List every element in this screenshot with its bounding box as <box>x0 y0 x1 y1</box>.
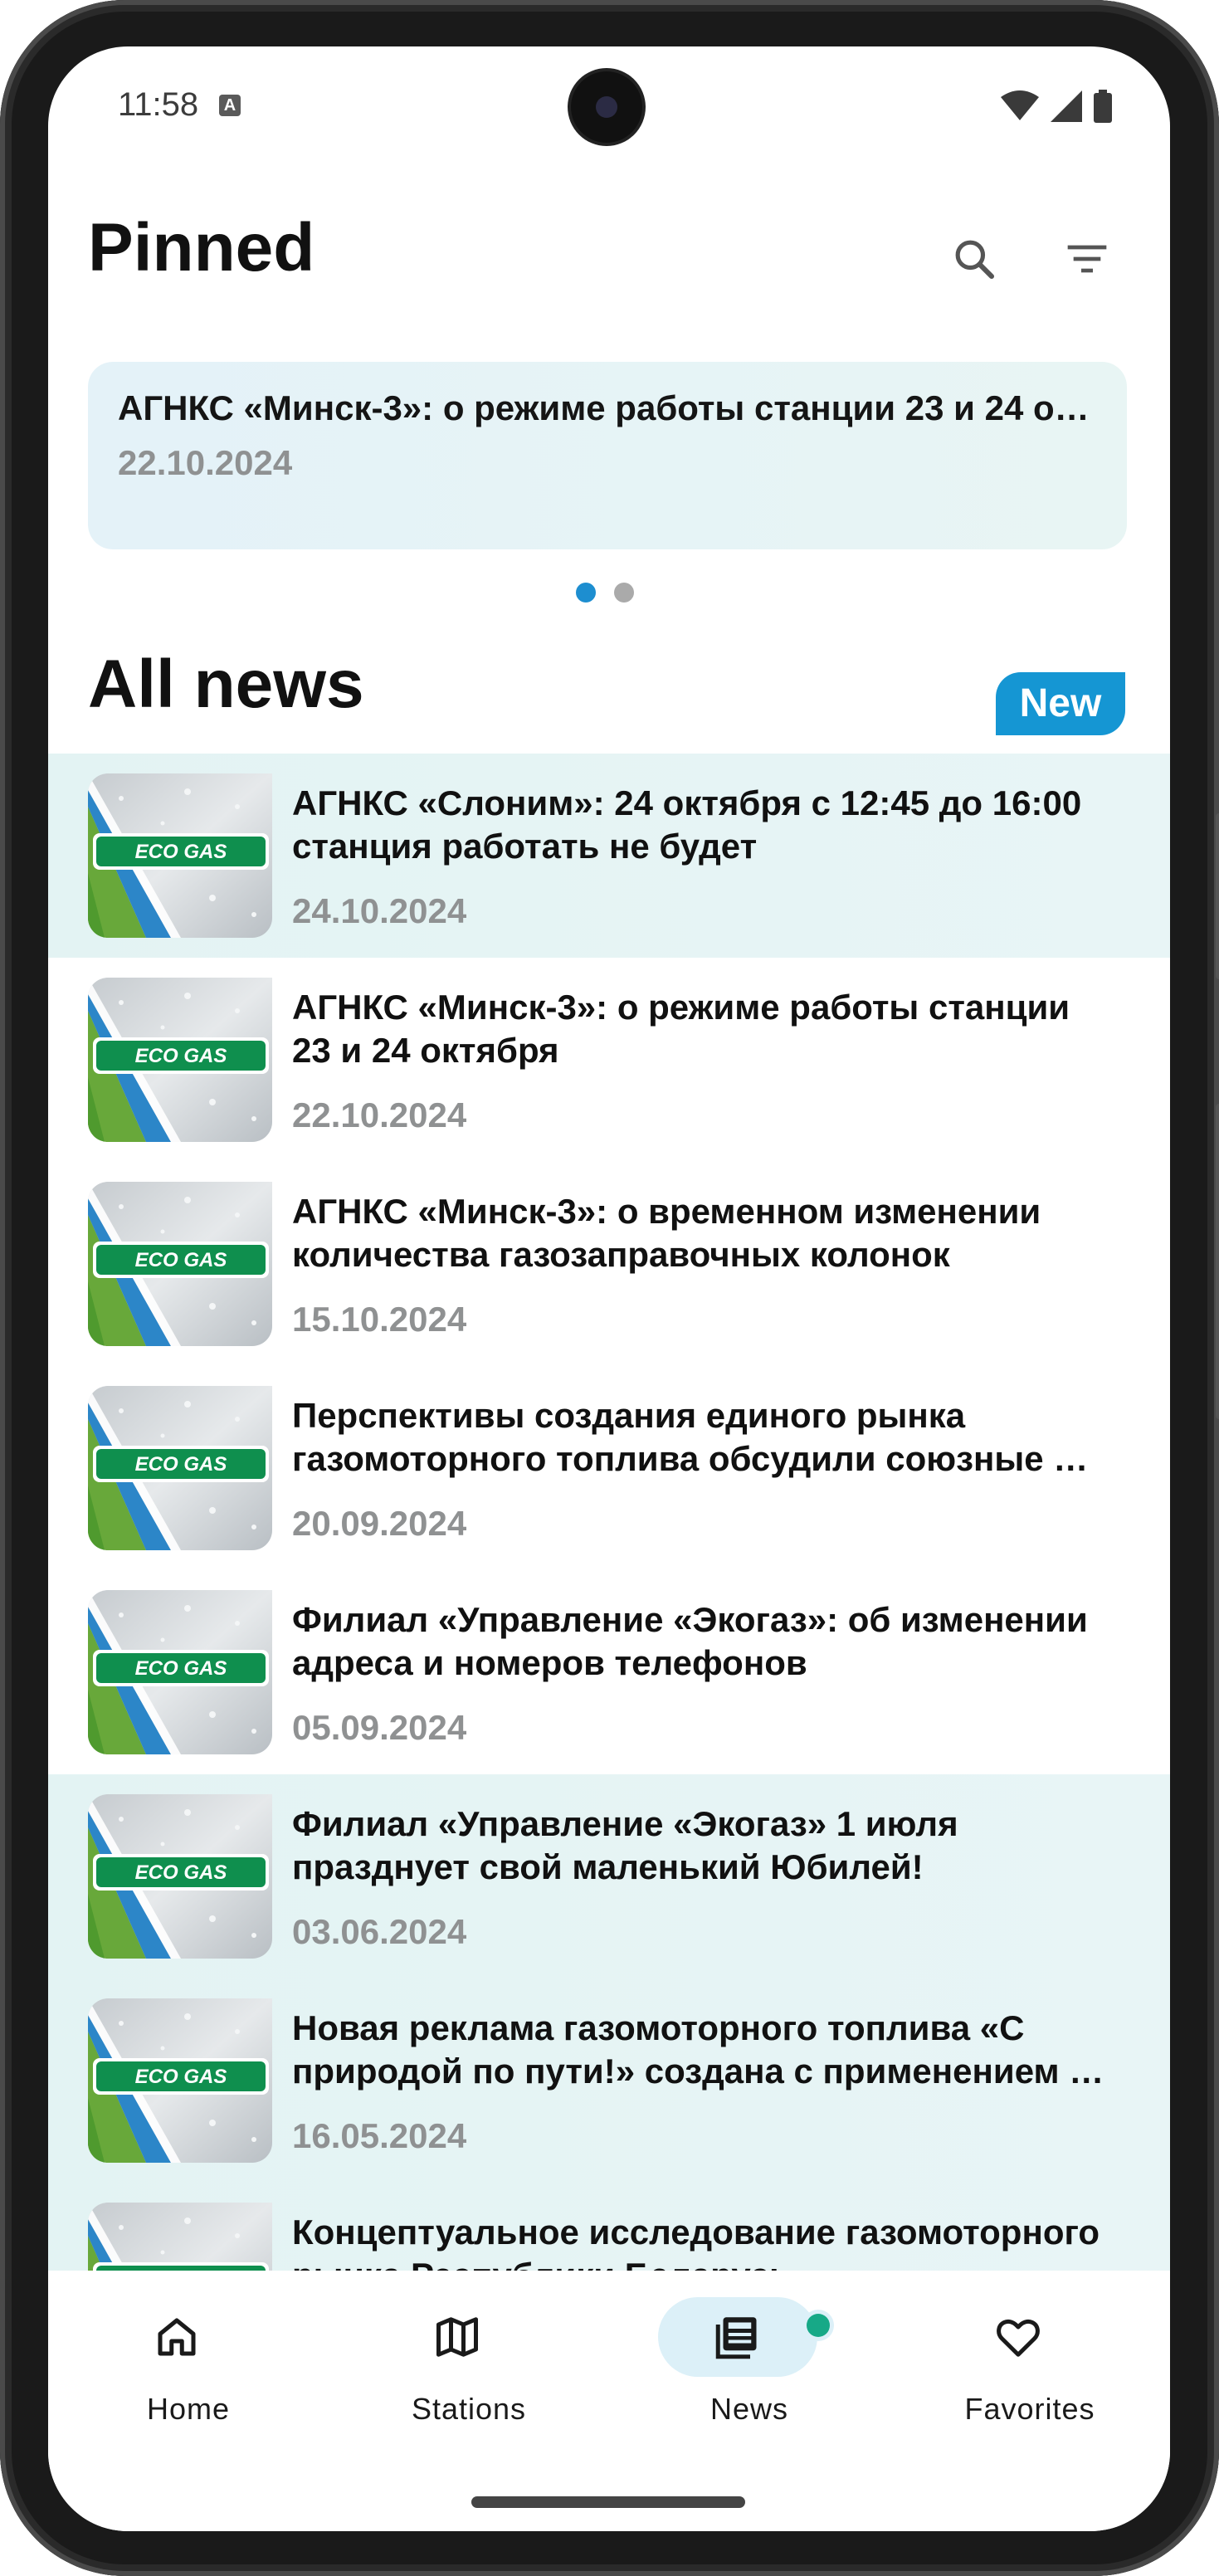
news-thumbnail <box>88 1182 272 1346</box>
map-icon <box>436 2317 478 2357</box>
news-date: 03.06.2024 <box>292 1912 467 1951</box>
nav-stations[interactable]: Stations <box>329 2271 609 2437</box>
status-icons <box>1001 90 1112 123</box>
news-title: Новая реклама газомоторного топлива «С п… <box>292 2008 1104 2091</box>
section-title: All news <box>88 646 364 722</box>
nav-favorites-pill <box>939 2297 1098 2377</box>
news-title: АГНКС «Минск-3»: о режиме работы станции… <box>292 988 1070 1070</box>
nav-stations-label: Stations <box>411 2392 527 2426</box>
eco-gas-logo-image <box>88 1998 272 2163</box>
nav-home-label: Home <box>146 2392 231 2426</box>
eco-gas-logo-image <box>88 1182 272 1346</box>
news-title: Филиал «Управление «Экогаз» 1 июля празд… <box>292 1804 958 1886</box>
pinned-news-date: 22.10.2024 <box>118 443 293 482</box>
pinned-news-title: АГНКС «Минск-3»: о режиме работы станции… <box>118 388 1097 427</box>
carousel-dot-active[interactable] <box>576 583 596 603</box>
front-camera <box>571 71 642 143</box>
new-badge: New <box>996 672 1125 735</box>
heart-icon <box>997 2319 1040 2357</box>
eco-gas-logo-image <box>88 1794 272 1959</box>
wifi-icon <box>1001 90 1039 120</box>
news-date: 15.10.2024 <box>292 1300 467 1339</box>
home-icon <box>158 2318 196 2356</box>
news-thumbnail <box>88 1998 272 2163</box>
news-list-item[interactable]: АГНКС «Минск-3»: о режиме работы станции… <box>48 958 1170 1162</box>
news-title: Филиал «Управление «Экогаз»: об изменени… <box>292 1600 1088 1682</box>
cellular-signal-icon <box>1051 90 1082 122</box>
news-date: 05.09.2024 <box>292 1708 467 1747</box>
bottom-navigation: Home Stations News Favorites <box>48 2271 1170 2531</box>
page-title: Pinned <box>88 210 315 285</box>
nav-home-pill <box>97 2297 256 2377</box>
nav-home[interactable]: Home <box>48 2271 329 2437</box>
news-date: 22.10.2024 <box>292 1095 467 1134</box>
carousel-dot[interactable] <box>614 583 634 603</box>
news-title: АГНКС «Минск-3»: о временном изменении к… <box>292 1192 1041 1274</box>
news-thumbnail <box>88 773 272 938</box>
nav-stations-pill <box>378 2297 537 2377</box>
eco-gas-logo-image <box>88 773 272 938</box>
nav-favorites-label: Favorites <box>964 2392 1095 2426</box>
news-list-item[interactable]: Перспективы создания единого рынка газом… <box>48 1366 1170 1570</box>
battery-icon <box>1094 90 1112 123</box>
status-time: 11:58 <box>118 86 199 123</box>
news-list-item[interactable]: Филиал «Управление «Экогаз» 1 июля празд… <box>48 1774 1170 1978</box>
filter-button[interactable] <box>1054 226 1120 292</box>
news-date: 20.09.2024 <box>292 1504 467 1543</box>
volume-button <box>1216 813 1219 979</box>
news-list: АГНКС «Слоним»: 24 октября с 12:45 до 16… <box>48 754 1170 2387</box>
news-title: АГНКС «Слоним»: 24 октября с 12:45 до 16… <box>292 783 1082 866</box>
eco-gas-logo-image <box>88 1386 272 1550</box>
nav-news[interactable]: News <box>609 2271 890 2437</box>
news-list-item[interactable]: АГНКС «Слоним»: 24 октября с 12:45 до 16… <box>48 754 1170 958</box>
news-list-item[interactable]: Филиал «Управление «Экогаз»: об изменени… <box>48 1570 1170 1774</box>
news-date: 16.05.2024 <box>292 2116 467 2155</box>
news-thumbnail <box>88 1386 272 1550</box>
nav-news-pill <box>658 2297 817 2377</box>
nav-news-label: News <box>709 2392 789 2426</box>
home-indicator[interactable] <box>471 2496 745 2508</box>
power-button <box>1216 1104 1219 1419</box>
nav-favorites[interactable]: Favorites <box>890 2271 1170 2437</box>
status-bar: 11:58 A <box>48 46 1170 171</box>
news-notification-dot <box>807 2314 830 2337</box>
news-thumbnail <box>88 1590 272 1754</box>
news-list-item[interactable]: Новая реклама газомоторного топлива «С п… <box>48 1978 1170 2183</box>
search-icon <box>955 240 995 280</box>
news-thumbnail <box>88 1794 272 1959</box>
screen: 11:58 A Pinned АГНКС «Минск-3»: о режиме… <box>48 46 1170 2531</box>
news-title: Перспективы создания единого рынка газом… <box>292 1396 1089 1478</box>
news-thumbnail <box>88 978 272 1142</box>
news-date: 24.10.2024 <box>292 891 467 930</box>
news-list-item[interactable]: АГНКС «Минск-3»: о временном изменении к… <box>48 1162 1170 1366</box>
eco-gas-logo-image <box>88 978 272 1142</box>
phone-frame: 11:58 A Pinned АГНКС «Минск-3»: о режиме… <box>0 0 1219 2576</box>
pinned-news-card[interactable]: АГНКС «Минск-3»: о режиме работы станции… <box>88 362 1127 549</box>
search-button[interactable] <box>941 226 1007 292</box>
eco-gas-logo-image <box>88 1590 272 1754</box>
notification-icon: A <box>219 95 241 116</box>
carousel-indicator <box>576 583 634 603</box>
newspaper-icon <box>715 2317 757 2359</box>
filter-icon <box>1067 245 1107 273</box>
